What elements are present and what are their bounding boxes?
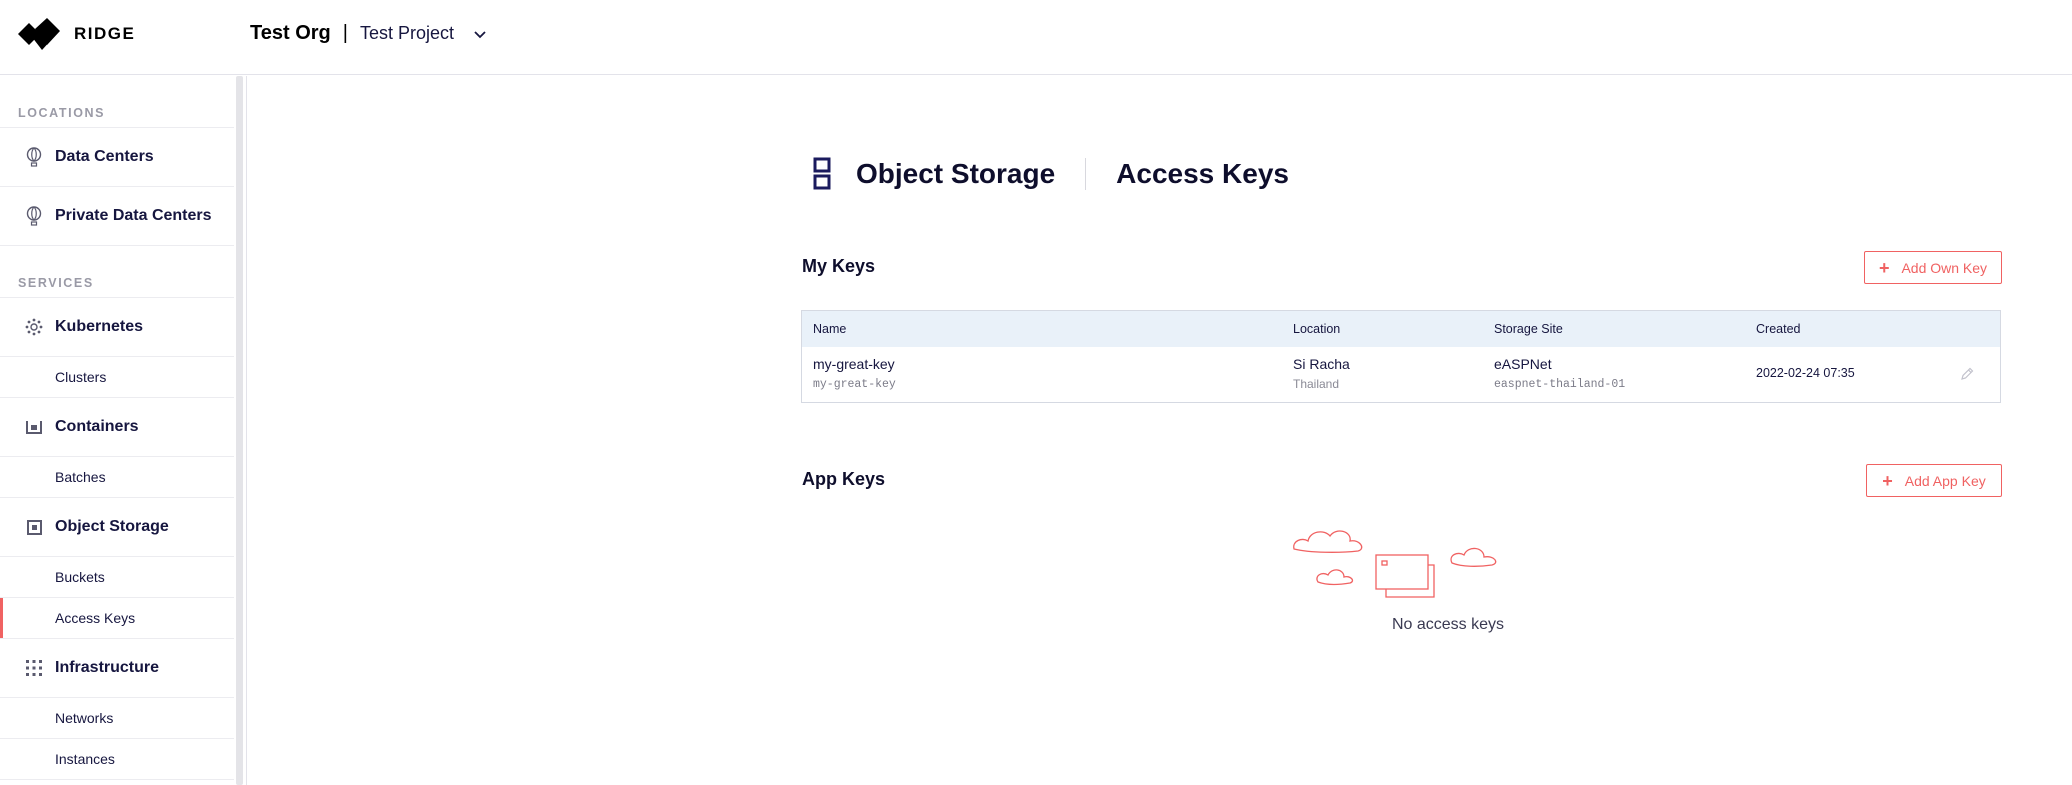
sidebar-item-label: Networks <box>55 710 114 726</box>
table-row[interactable]: my-great-key my-great-key Si Racha Thail… <box>802 347 2000 402</box>
sidebar-item-label: Kubernetes <box>55 318 144 335</box>
sidebar-scrollbar[interactable] <box>236 76 243 785</box>
org-project-switcher[interactable]: Test Org | Test Project <box>250 22 486 45</box>
sidebar-item-label: Instances <box>55 751 115 767</box>
container-icon <box>24 417 44 437</box>
title-divider <box>1085 158 1087 190</box>
table-header: Name Location Storage Site Created <box>802 311 2000 347</box>
sidebar-item-infrastructure[interactable]: Infrastructure <box>0 639 234 698</box>
key-country: Thailand <box>1293 377 1340 391</box>
sidebar-menu: LOCATIONS Data Centers Private Data Cent… <box>0 76 234 780</box>
sidebar-item-label: Private Data Centers <box>55 207 212 224</box>
balloon-icon <box>24 206 44 226</box>
sidebar-item-label: Access Keys <box>55 610 136 626</box>
org-name: Test Org <box>250 22 331 44</box>
my-keys-table: Name Location Storage Site Created my-gr… <box>801 310 2001 403</box>
add-own-key-button[interactable]: + Add Own Key <box>1864 251 2002 284</box>
sidebar-item-label: Containers <box>55 418 139 435</box>
key-storage-site-id: easpnet-thailand-01 <box>1494 378 1626 391</box>
sidebar-item-data-centers[interactable]: Data Centers <box>0 128 234 187</box>
ridge-logo[interactable]: RIDGE <box>18 18 135 50</box>
sidebar-item-label: Object Storage <box>55 518 169 535</box>
sidebar-item-private-data-centers[interactable]: Private Data Centers <box>0 187 234 246</box>
page-header: Object Storage Access Keys <box>812 154 1289 194</box>
ridge-logo-icon <box>18 18 60 50</box>
add-own-key-label: Add Own Key <box>1901 259 1988 276</box>
column-header-created: Created <box>1756 322 1801 336</box>
pencil-icon[interactable] <box>1960 367 1974 381</box>
key-name[interactable]: my-great-key <box>813 356 895 372</box>
storage-icon <box>24 517 44 537</box>
org-separator: | <box>342 22 348 44</box>
page-subtitle: Access Keys <box>1116 158 1289 189</box>
sidebar-item-label: Buckets <box>55 569 105 585</box>
app-keys-title: App Keys <box>802 469 886 489</box>
brand-name: RIDGE <box>74 24 136 43</box>
empty-state-text: No access keys <box>1391 616 1505 633</box>
sidebar-item-label: Data Centers <box>55 148 154 165</box>
key-id: my-great-key <box>813 378 896 391</box>
my-keys-title: My Keys <box>802 256 876 276</box>
key-location: Si Racha <box>1293 356 1350 372</box>
kubernetes-icon <box>24 317 44 337</box>
add-app-key-label: Add App Key <box>1904 472 1986 489</box>
chevron-down-icon[interactable] <box>474 30 486 39</box>
column-header-location: Location <box>1293 322 1341 336</box>
key-storage-site: eASPNet <box>1494 356 1552 372</box>
section-title-locations: LOCATIONS <box>0 76 234 128</box>
section-title-services: SERVICES <box>0 246 234 298</box>
project-name: Test Project <box>359 23 455 43</box>
sidebar-item-networks[interactable]: Networks <box>0 698 234 739</box>
plus-icon: + <box>1882 470 1893 491</box>
add-app-key-button[interactable]: + Add App Key <box>1866 464 2002 497</box>
sidebar-item-batches[interactable]: Batches <box>0 457 234 498</box>
sidebar-item-kubernetes[interactable]: Kubernetes <box>0 298 234 357</box>
sidebar-item-object-storage[interactable]: Object Storage <box>0 498 234 557</box>
sidebar-item-instances[interactable]: Instances <box>0 739 234 780</box>
key-created: 2022-02-24 07:35 <box>1756 366 1855 380</box>
grid-dots-icon <box>24 658 44 678</box>
sidebar-item-label: Infrastructure <box>55 659 160 676</box>
sidebar-item-label: Batches <box>55 469 106 485</box>
balloon-icon <box>24 147 44 167</box>
sidebar-item-buckets[interactable]: Buckets <box>0 557 234 598</box>
page-title: Object Storage <box>856 158 1056 189</box>
sidebar: LOCATIONS Data Centers Private Data Cent… <box>0 76 247 785</box>
column-header-storage-site: Storage Site <box>1494 322 1563 336</box>
main-content: Object Storage Access Keys My Keys + Add… <box>248 76 2072 785</box>
sidebar-item-containers[interactable]: Containers <box>0 398 234 457</box>
sidebar-item-access-keys[interactable]: Access Keys <box>0 598 234 639</box>
sidebar-item-label: Clusters <box>55 369 107 385</box>
sidebar-item-clusters[interactable]: Clusters <box>0 357 234 398</box>
plus-icon: + <box>1878 257 1890 278</box>
top-bar: RIDGE Test Org | Test Project <box>0 0 2072 75</box>
column-header-name: Name <box>813 322 847 336</box>
empty-clouds-illustration <box>1293 530 1497 598</box>
object-storage-icon <box>813 157 831 190</box>
